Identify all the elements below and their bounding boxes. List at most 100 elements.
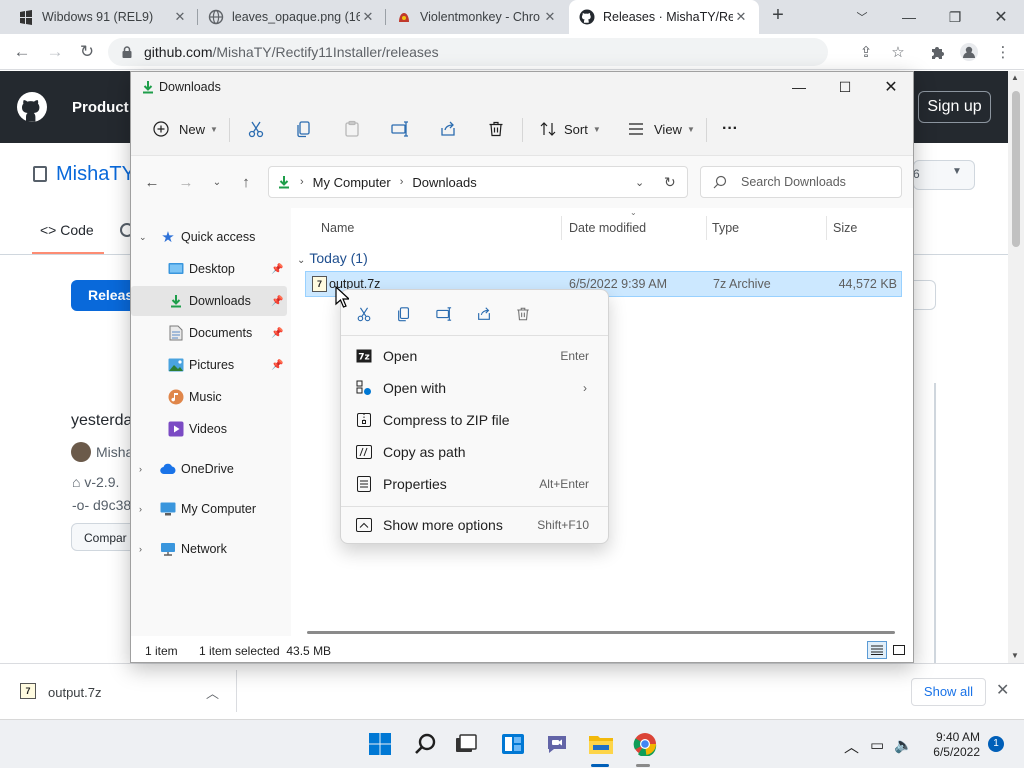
refresh-icon[interactable]: ↻ xyxy=(664,174,676,191)
view-button[interactable]: View ▼ xyxy=(626,116,695,142)
close-icon[interactable]: ✕ xyxy=(996,680,1009,700)
column-header-type[interactable]: Type xyxy=(712,214,739,242)
chevron-up-icon[interactable]: ︿ xyxy=(206,683,219,702)
sidebar-item-network[interactable]: › Network xyxy=(131,534,287,564)
tab-leaves[interactable]: leaves_opaque.png (16 ✕ xyxy=(198,0,386,34)
sort-button[interactable]: Sort ▼ xyxy=(538,116,601,142)
chevron-right-icon[interactable]: › xyxy=(139,504,142,514)
show-all-button[interactable]: Show all xyxy=(911,678,986,706)
minimize-icon[interactable]: — xyxy=(776,72,822,102)
chevron-right-icon[interactable]: › xyxy=(139,464,142,474)
tab-search-chevron-icon[interactable]: ﹀ xyxy=(839,0,885,34)
column-header-name[interactable]: Name xyxy=(321,214,354,242)
close-tab-icon[interactable]: ✕ xyxy=(360,9,376,25)
chevron-down-icon[interactable]: ▼ xyxy=(952,166,962,177)
paste-button[interactable] xyxy=(342,116,362,142)
cut-icon[interactable] xyxy=(353,303,375,325)
chat-icon[interactable] xyxy=(543,730,571,758)
tags-button[interactable] xyxy=(913,280,936,310)
kebab-menu-icon[interactable]: ⋮ xyxy=(993,42,1013,62)
scroll-up-icon[interactable]: ▲ xyxy=(1011,73,1019,82)
menu-item-show-more-options[interactable]: Show more options Shift+F10 xyxy=(346,510,603,540)
close-window-icon[interactable]: ✕ xyxy=(978,0,1024,34)
file-explorer-icon[interactable] xyxy=(587,730,615,758)
release-tag[interactable]: ⌂ v-2.9. xyxy=(72,474,119,490)
cut-button[interactable] xyxy=(246,116,266,142)
forward-arrow-icon[interactable]: → xyxy=(43,40,67,64)
clock[interactable]: 9:40 AM 6/5/2022 xyxy=(920,730,980,760)
share-icon[interactable] xyxy=(473,303,495,325)
breadcrumb-downloads[interactable]: Downloads xyxy=(412,175,476,190)
sidebar-item-desktop[interactable]: Desktop 📌 xyxy=(131,254,287,284)
reload-icon[interactable]: ↻ xyxy=(75,40,99,64)
network-monitor-icon[interactable]: ▭ xyxy=(870,736,884,754)
widgets-icon[interactable] xyxy=(499,730,527,758)
sidebar-item-music[interactable]: Music xyxy=(131,382,287,412)
release-author[interactable]: Misha xyxy=(96,444,133,460)
close-tab-icon[interactable]: ✕ xyxy=(733,9,749,25)
chrome-icon[interactable] xyxy=(631,730,659,758)
back-arrow-icon[interactable]: ← xyxy=(10,40,34,64)
new-tab-button[interactable]: + xyxy=(766,4,790,28)
trash-icon[interactable] xyxy=(512,303,534,325)
extensions-puzzle-icon[interactable] xyxy=(928,42,948,62)
explorer-titlebar[interactable]: Downloads — ☐ ✕ xyxy=(131,72,913,102)
page-scrollbar[interactable]: ▲ ▼ xyxy=(1008,71,1024,663)
delete-button[interactable] xyxy=(486,116,506,142)
tab-code[interactable]: <> Code xyxy=(40,222,94,238)
maximize-icon[interactable]: ☐ xyxy=(822,72,868,102)
tab-releases[interactable]: Releases · MishaTY/Re ✕ xyxy=(569,0,759,34)
menu-item-open[interactable]: 7z Open Enter xyxy=(346,341,603,371)
avatar[interactable] xyxy=(71,442,91,462)
pin-icon[interactable]: 📌 xyxy=(271,296,283,307)
task-view-icon[interactable] xyxy=(452,730,480,758)
share-button[interactable] xyxy=(438,116,458,142)
sidebar-item-my-computer[interactable]: › My Computer xyxy=(131,494,287,524)
chevron-right-icon[interactable]: › xyxy=(139,544,142,554)
up-arrow-icon[interactable]: ↑ xyxy=(236,172,256,192)
chevron-up-icon[interactable]: ︿ xyxy=(844,736,859,757)
pin-icon[interactable]: 📌 xyxy=(271,328,283,339)
download-item-name[interactable]: output.7z xyxy=(48,685,102,700)
chevron-down-icon[interactable]: ⌄ xyxy=(297,255,305,266)
menu-item-compress-zip[interactable]: Compress to ZIP file xyxy=(346,405,603,435)
back-arrow-icon[interactable]: ← xyxy=(142,172,162,192)
close-tab-icon[interactable]: ✕ xyxy=(172,9,188,25)
sidebar-item-videos[interactable]: Videos xyxy=(131,414,287,444)
profile-avatar-icon[interactable] xyxy=(959,42,979,62)
sidebar-item-documents[interactable]: Documents 📌 xyxy=(131,318,287,348)
restore-icon[interactable]: ❐ xyxy=(932,0,978,34)
pin-icon[interactable]: 📌 xyxy=(271,360,283,371)
start-windows-icon[interactable] xyxy=(366,730,394,758)
search-icon[interactable] xyxy=(411,730,439,758)
forward-arrow-icon[interactable]: → xyxy=(176,172,196,192)
minimize-icon[interactable]: — xyxy=(886,0,932,34)
search-input[interactable]: Search Downloads xyxy=(700,166,902,198)
sign-up-button[interactable]: Sign up xyxy=(918,91,991,123)
close-tab-icon[interactable]: ✕ xyxy=(542,9,558,25)
menu-item-copy-as-path[interactable]: Copy as path xyxy=(346,437,603,467)
new-button[interactable]: New ▼ xyxy=(151,116,218,142)
rename-button[interactable] xyxy=(390,116,410,142)
tab-violentmonkey[interactable]: Violentmonkey - Chro ✕ xyxy=(386,0,568,34)
volume-icon[interactable]: 🔈 xyxy=(894,736,913,754)
breadcrumb[interactable]: › My Computer › Downloads ⌄ ↻ xyxy=(268,166,688,198)
github-logo-icon[interactable] xyxy=(16,91,48,123)
more-options-button[interactable]: ··· xyxy=(722,116,738,142)
sidebar-item-onedrive[interactable]: › OneDrive xyxy=(131,454,287,484)
copy-icon[interactable] xyxy=(393,303,415,325)
chevron-down-icon[interactable]: ⌄ xyxy=(635,176,644,189)
repo-owner-link[interactable]: MishaTY xyxy=(56,163,135,186)
horizontal-scrollbar[interactable] xyxy=(307,631,895,634)
fork-star-button[interactable] xyxy=(913,160,975,190)
tiles-view-icon[interactable] xyxy=(889,641,909,659)
group-header[interactable]: ⌄ Today (1) xyxy=(297,250,368,266)
product-menu[interactable]: Product xyxy=(72,99,129,116)
sidebar-item-downloads[interactable]: Downloads 📌 xyxy=(131,286,287,316)
scrollbar-thumb[interactable] xyxy=(1012,91,1020,247)
menu-item-open-with[interactable]: Open with › xyxy=(346,373,603,403)
bookmark-star-icon[interactable]: ☆ xyxy=(888,42,908,62)
breadcrumb-my-computer[interactable]: My Computer xyxy=(313,175,391,190)
sidebar-item-quick-access[interactable]: ⌄ ★ Quick access xyxy=(131,222,287,252)
share-icon[interactable]: ⇪ xyxy=(856,42,876,62)
